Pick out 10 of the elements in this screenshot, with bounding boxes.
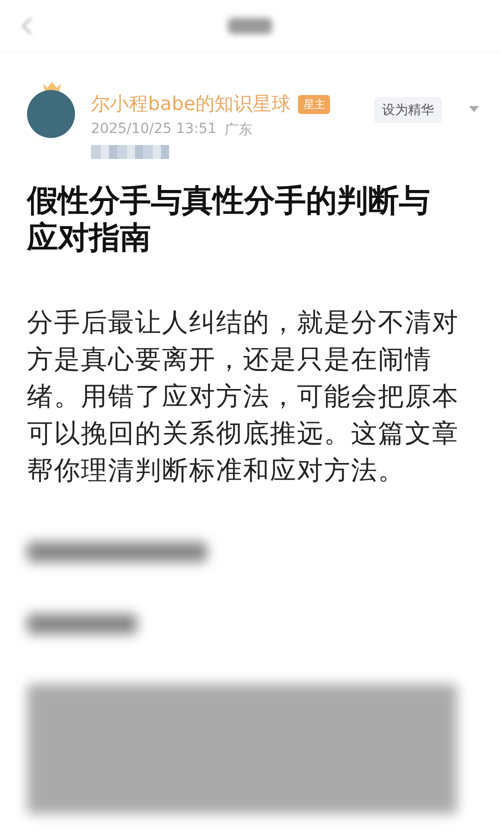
role-badge: 星主: [298, 94, 330, 114]
back-icon[interactable]: [20, 16, 34, 36]
article-title: 假性分手与真性分手的判断与应对指南: [27, 183, 431, 257]
caret-icon[interactable]: [468, 105, 480, 113]
post-location: 广东: [224, 121, 252, 139]
avatar[interactable]: [27, 90, 75, 138]
blurred-title: [228, 18, 272, 34]
post-time: 2025/10/25 13:51: [91, 121, 216, 139]
article-paragraph: 分手后最让人纠结的，就是分不清对方是真心要离开，还是只是在闹情绪。用错了应对方法，可能会把原本可以挽回的关系彻底推远。这篇文章帮你理清判断标准和应对方法。: [27, 307, 460, 488]
set-featured-button[interactable]: 设为精华: [374, 97, 442, 123]
